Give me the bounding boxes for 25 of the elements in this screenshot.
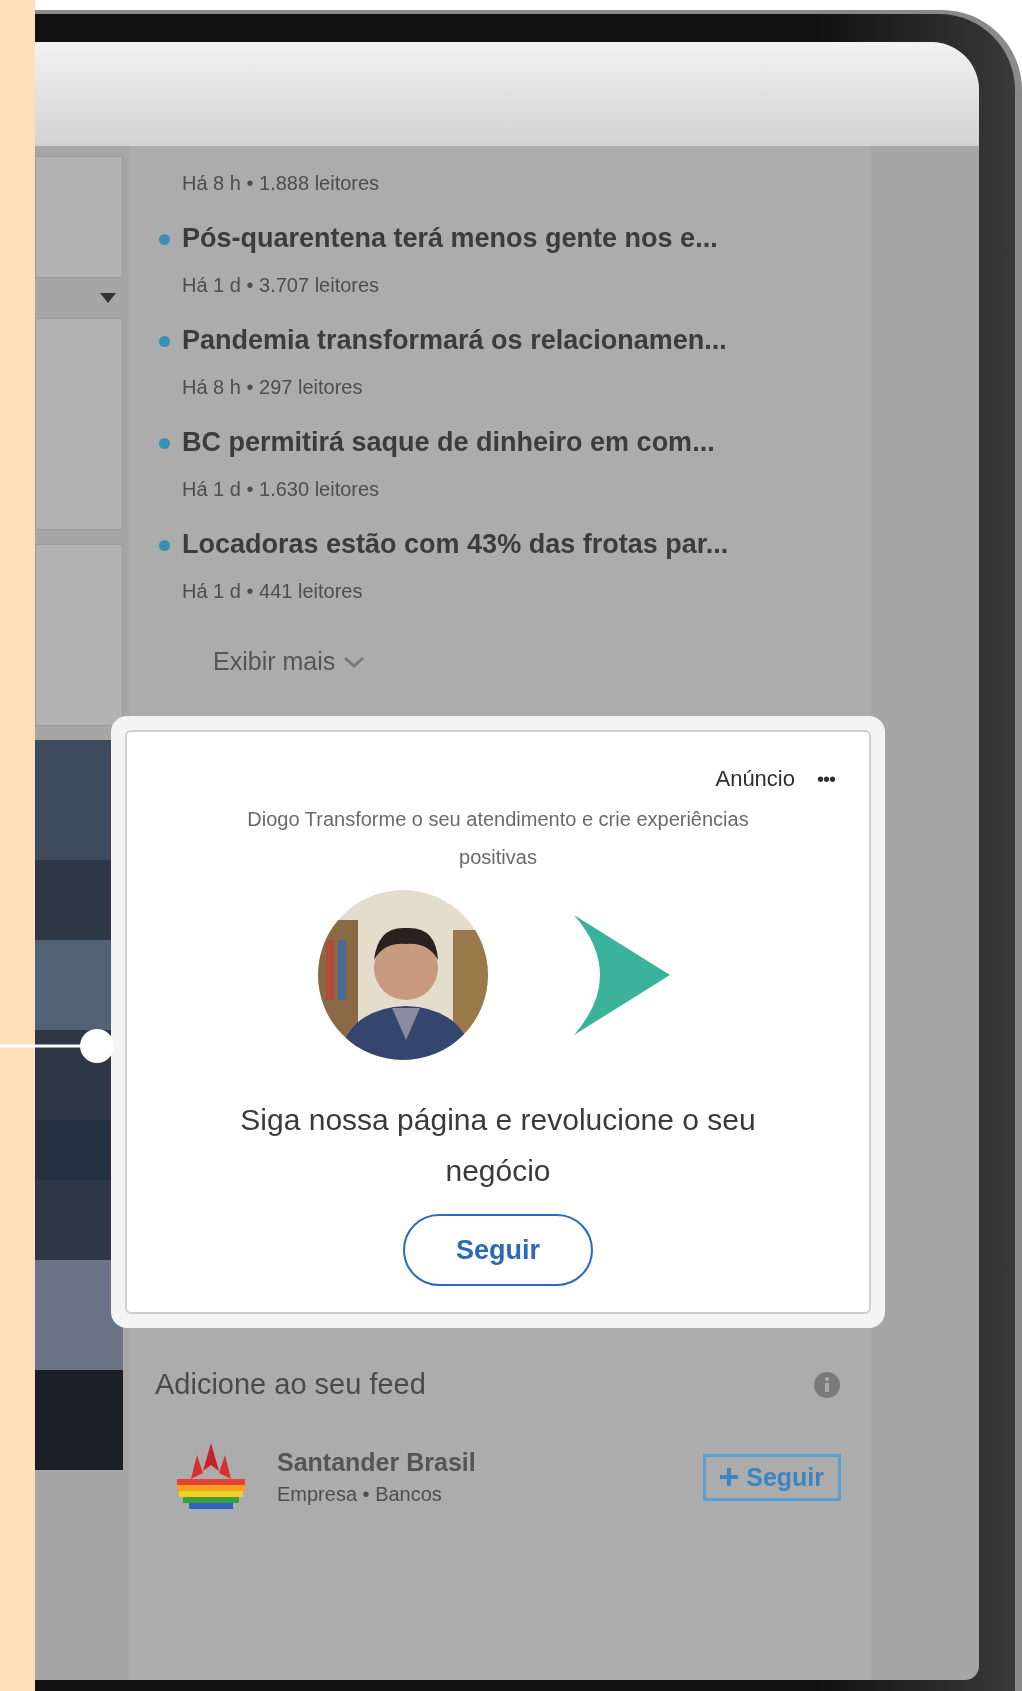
ad-label: Anúncio <box>715 766 795 792</box>
news-headline[interactable]: Pandemia transformará os relacionamen... <box>182 325 727 356</box>
news-meta: Há 1 d • 1.630 leitores <box>182 478 381 501</box>
news-headline[interactable]: Locadoras estão com 43% das frotas par... <box>182 529 729 560</box>
company-subtitle: Empresa • Bancos <box>277 1483 443 1506</box>
news-headline[interactable]: BC permitirá saque de dinheiro em com... <box>182 427 715 458</box>
section-title: Adicione ao seu feed <box>155 1368 426 1401</box>
news-meta: Há 1 d • 441 leitores <box>182 580 364 603</box>
bullet-icon <box>159 438 170 449</box>
company-name[interactable]: Santander Brasil <box>277 1448 676 1477</box>
show-more-button[interactable]: Exibir mais <box>213 647 366 676</box>
bullet-icon <box>159 336 170 347</box>
news-headline[interactable]: Pós-quarentena terá menos gente nos e... <box>182 223 718 254</box>
more-options-button[interactable]: ••• <box>817 767 835 791</box>
news-meta: Há 8 h • 297 leitores <box>182 376 364 399</box>
caret-icon[interactable] <box>99 292 117 304</box>
bullet-icon <box>159 234 170 245</box>
news-meta: Há 1 d • 3.707 leitores <box>182 274 381 297</box>
ad-headline: Siga nossa página e revolucione o seu negócio <box>239 1102 757 1189</box>
bullet-icon <box>159 540 170 551</box>
news-meta: Há 8 h • 1.888 leitores <box>182 172 380 195</box>
follow-button[interactable]: Seguir <box>403 1214 593 1286</box>
plus-icon <box>720 1468 739 1486</box>
ad-description: Diogo Transforme o seu atendimento e crie experiências positivas <box>246 807 750 870</box>
chevron-icon <box>343 655 366 668</box>
